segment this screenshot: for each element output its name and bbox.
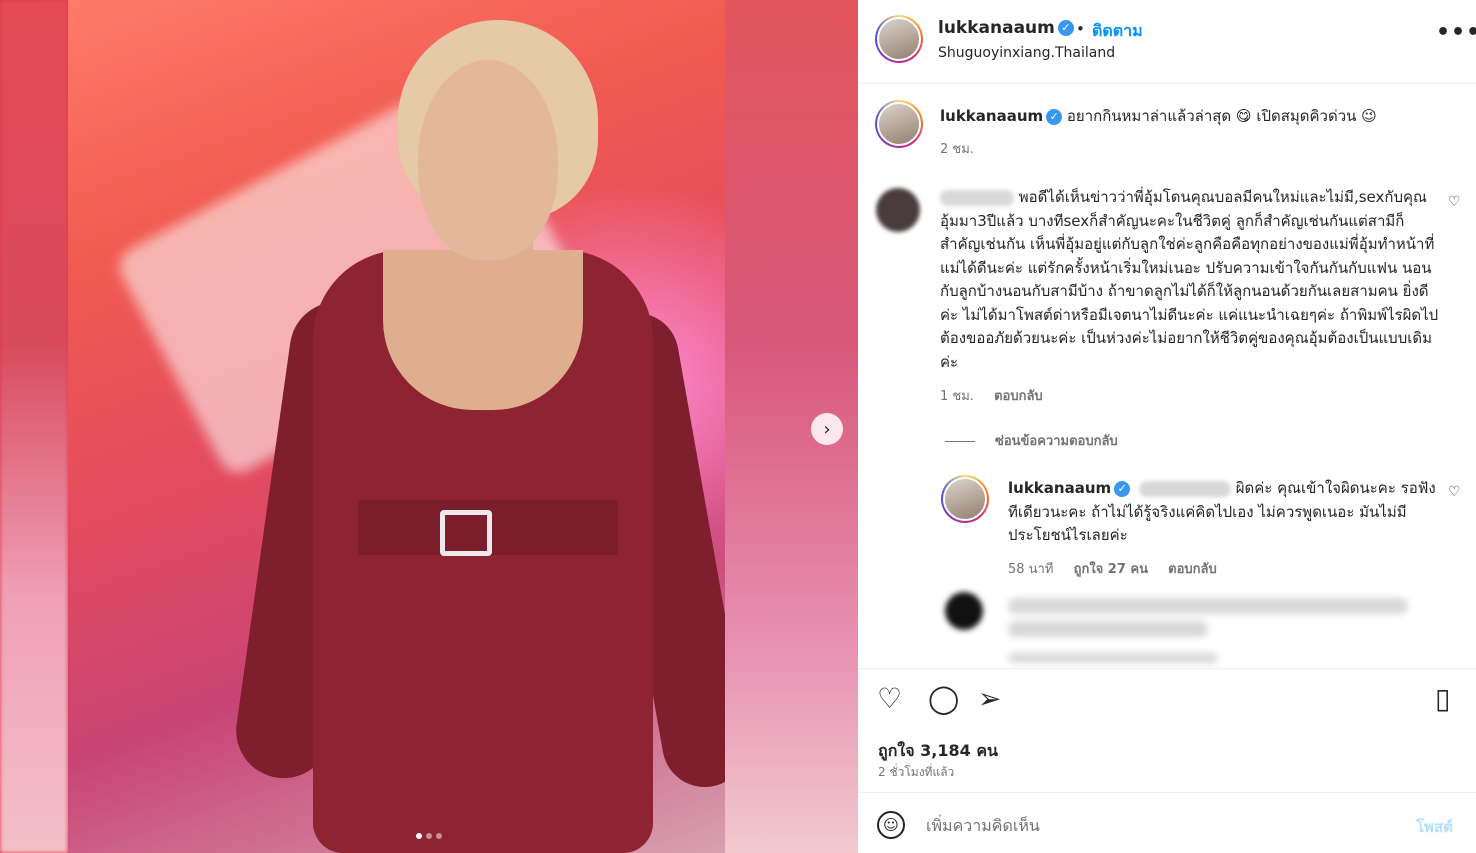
avatar[interactable] xyxy=(941,475,989,523)
likes-count[interactable]: ถูกใจ 3,184 คน xyxy=(878,739,998,764)
comments-section[interactable]: lukkanaaum ✓ อยากกินหมาล่าแล้วล่าสุด 😋 เป… xyxy=(858,84,1476,668)
caption-username[interactable]: lukkanaaum xyxy=(940,107,1043,125)
save-bookmark-icon[interactable]: ▯ xyxy=(1435,685,1450,713)
verified-badge-icon: ✓ xyxy=(1114,480,1131,497)
comment-text: พอดีได้เห็นข่าวว่าพี่อุ้มโดนคุณบอลมีคนให… xyxy=(940,186,1440,374)
figure-buckle xyxy=(440,510,492,556)
figure-face xyxy=(418,60,558,260)
blurred-line xyxy=(1008,621,1208,637)
username-text[interactable]: lukkanaaum xyxy=(938,18,1055,38)
reply-text: lukkanaaum ✓ ผิดค่ะ คุณเข้าใจผิดนะคะ รอฟั… xyxy=(1008,477,1438,548)
avatar[interactable] xyxy=(875,100,923,148)
blurred-line xyxy=(1008,652,1218,663)
add-comment-bar: ☺ โพสต์ xyxy=(858,792,1476,853)
comment-time: 1 ชม. xyxy=(940,389,974,404)
carousel-dot xyxy=(426,833,432,839)
comment-body: พอดีได้เห็นข่าวว่าพี่อุ้มโดนคุณบอลมีคนให… xyxy=(940,188,1439,371)
reply-meta: 58 นาที ถูกใจ 27 คน ตอบกลับ xyxy=(1008,558,1217,579)
caption-text: อยากกินหมาล่าแล้วล่าสุด 😋 เปิดสมุดคิวด่ว… xyxy=(1066,107,1377,125)
header-username[interactable]: lukkanaaum ✓ xyxy=(938,18,1074,38)
post-actions: ♡ ◯ ➢ ▯ ถูกใจ 3,184 คน 2 ชั่วโมงที่แล้ว xyxy=(858,668,1476,792)
avatar[interactable] xyxy=(945,592,983,630)
verified-badge-icon: ✓ xyxy=(1046,108,1063,125)
post-media[interactable]: › xyxy=(0,0,858,853)
carousel-dots xyxy=(0,833,858,839)
comment-meta: 1 ชม. ตอบกลับ xyxy=(940,385,1043,406)
post-side-panel: lukkanaaum ✓ • ติดตาม Shuguoyinxiang.Thai… xyxy=(858,0,1476,853)
like-heart-icon[interactable]: ♡ xyxy=(877,685,902,713)
separator-dot: • xyxy=(1076,20,1085,38)
like-comment-heart-icon[interactable]: ♡ xyxy=(1448,194,1461,210)
location-link[interactable]: Shuguoyinxiang.Thailand xyxy=(938,45,1115,61)
comment-input[interactable] xyxy=(926,811,1396,839)
post-comment-button[interactable]: โพสต์ xyxy=(1416,815,1453,839)
hide-replies-button[interactable]: ซ่อนข้อความตอบกลับ xyxy=(945,430,1118,451)
reply-username[interactable]: lukkanaaum xyxy=(1008,479,1111,497)
caption-time: 2 ชม. xyxy=(940,142,974,157)
post-time[interactable]: 2 ชั่วโมงที่แล้ว xyxy=(878,763,954,782)
share-icon[interactable]: ➢ xyxy=(978,685,1001,713)
blurred-comment-meta xyxy=(1008,650,1218,665)
media-blur-left xyxy=(0,0,68,853)
next-image-button[interactable]: › xyxy=(811,413,843,445)
reply-time: 58 นาที xyxy=(1008,562,1054,577)
carousel-dot-active xyxy=(416,833,422,839)
more-options-icon[interactable]: ••• xyxy=(1436,20,1476,45)
chevron-right-icon: › xyxy=(823,418,831,440)
carousel-dot xyxy=(436,833,442,839)
reply-likes[interactable]: ถูกใจ 27 คน xyxy=(1074,562,1148,577)
avatar[interactable] xyxy=(876,188,920,232)
blurred-comment xyxy=(1008,594,1438,641)
post-photo xyxy=(68,0,725,853)
blurred-username xyxy=(940,189,1014,206)
avatar[interactable] xyxy=(875,15,923,63)
like-reply-heart-icon[interactable]: ♡ xyxy=(1448,484,1461,500)
reply-button[interactable]: ตอบกลับ xyxy=(994,389,1043,404)
verified-badge-icon: ✓ xyxy=(1057,20,1074,36)
blurred-line xyxy=(1008,597,1408,614)
follow-button[interactable]: ติดตาม xyxy=(1092,19,1143,44)
post-header: lukkanaaum ✓ • ติดตาม Shuguoyinxiang.Thai… xyxy=(858,0,1476,84)
caption: lukkanaaum ✓ อยากกินหมาล่าแล้วล่าสุด 😋 เป… xyxy=(940,105,1450,129)
reply-button[interactable]: ตอบกลับ xyxy=(1168,562,1217,577)
blurred-mention xyxy=(1138,480,1231,497)
comment-icon[interactable]: ◯ xyxy=(928,685,959,713)
figure-neckline xyxy=(383,250,583,410)
emoji-icon[interactable]: ☺ xyxy=(877,811,905,839)
